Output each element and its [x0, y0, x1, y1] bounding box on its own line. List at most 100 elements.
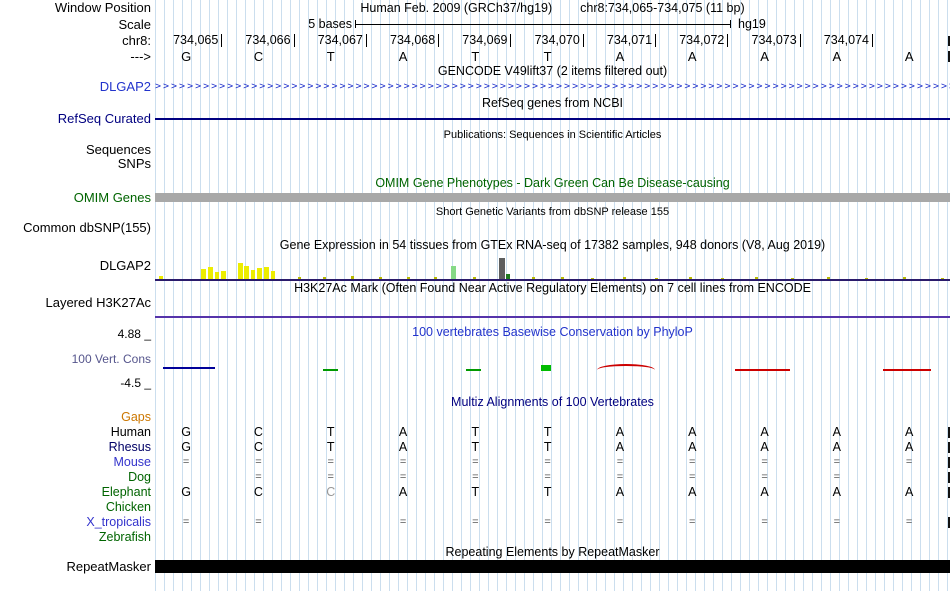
alignment-cell: C: [253, 440, 263, 454]
snps-track-label[interactable]: SNPs: [0, 157, 155, 171]
alignment-cell: A: [398, 440, 408, 454]
gaps-track-label[interactable]: Gaps: [0, 410, 155, 425]
gtex-graph[interactable]: [155, 253, 950, 281]
alignment-cell: A: [904, 425, 914, 439]
alignment-cell: C: [253, 425, 263, 439]
alignment-cell: =: [399, 471, 407, 483]
gtex-expression-bar: [298, 277, 301, 279]
gtex-header: Gene Expression in 54 tissues from GTEx …: [279, 238, 826, 252]
conservation-mark: [597, 364, 655, 370]
species-label[interactable]: Zebrafish: [0, 530, 155, 545]
refseq-track-label[interactable]: RefSeq Curated: [0, 111, 155, 127]
species-label[interactable]: Mouse: [0, 455, 155, 470]
repeat-track-row: RepeatMasker: [0, 560, 950, 578]
conservation-graph[interactable]: 100 vertebrates Basewise Conservation by…: [155, 319, 950, 395]
conservation-mark: [735, 369, 790, 371]
ruler-position-label: 734,067: [295, 34, 367, 47]
alignment-row-track[interactable]: GCCATTAAAAA: [155, 485, 950, 500]
gtex-expression-bar: [689, 277, 692, 279]
conservation-block: 4.88 _ 100 Vert. Cons -4.5 _ 100 vertebr…: [0, 319, 950, 395]
gencode-track[interactable]: >>>>>>>>>>>>>>>>>>>>>>>>>>>>>>>>>>>>>>>>…: [155, 79, 950, 95]
gtex-track-label[interactable]: DLGAP2: [0, 253, 155, 281]
alignment-cell: =: [544, 471, 551, 483]
alignment-row-track[interactable]: GCTATTAAAAA: [155, 425, 950, 440]
alignment-cell: T: [326, 425, 335, 439]
assembly-title: Human Feb. 2009 (GRCh37/hg19) chr8:734,06…: [155, 0, 950, 16]
repeat-track-label[interactable]: RepeatMasker: [0, 560, 155, 578]
alignment-row-track[interactable]: GCTATTAAAAA: [155, 440, 950, 455]
alignment-cell: =: [616, 516, 624, 528]
h3k27ac-track[interactable]: [155, 296, 950, 319]
species-label[interactable]: Dog: [0, 470, 155, 485]
conservation-header: 100 vertebrates Basewise Conservation by…: [412, 325, 693, 339]
snps-track[interactable]: [155, 157, 950, 171]
publications-header-row: Publications: Sequences in Scientific Ar…: [0, 127, 950, 143]
ruler-position-label: 734,069: [439, 34, 512, 47]
repeat-track[interactable]: [155, 560, 950, 578]
gencode-header: GENCODE V49lift37 (2 items filtered out): [437, 64, 668, 78]
h3k27ac-track-label[interactable]: Layered H3K27Ac: [0, 296, 155, 319]
refseq-header-row: RefSeq genes from NCBI: [0, 95, 950, 111]
base-letter: G: [181, 49, 192, 64]
conservation-track-label[interactable]: 100 Vert. Cons: [72, 353, 151, 366]
alignment-cell: =: [905, 456, 913, 468]
species-label[interactable]: Elephant: [0, 485, 155, 500]
alignment-row-track[interactable]: = = = = = = = = =: [155, 470, 950, 485]
species-label[interactable]: X_tropicalis: [0, 515, 155, 530]
gtex-expression-bar: [434, 277, 437, 279]
alignment-row-track[interactable]: = = = = = = = = = = =: [155, 455, 950, 470]
alignment-cell: A: [398, 425, 408, 439]
ruler-position-label: 734,065: [150, 34, 223, 47]
gtex-expression-bar: [451, 266, 456, 279]
refseq-track[interactable]: [155, 111, 950, 127]
alignment-cell: C: [326, 485, 336, 499]
publications-header: Publications: Sequences in Scientific Ar…: [443, 129, 662, 141]
alignment-cell: =: [255, 516, 262, 528]
species-label[interactable]: Human: [0, 425, 155, 440]
gaps-track[interactable]: [155, 410, 950, 425]
dbsnp-track-label[interactable]: Common dbSNP(155): [0, 220, 155, 235]
base-letter: A: [832, 49, 842, 64]
gencode-strand-arrows: >>>>>>>>>>>>>>>>>>>>>>>>>>>>>>>>>>>>>>>>…: [155, 81, 950, 92]
conservation-mark: [163, 367, 215, 369]
alignment-cell: A: [760, 425, 769, 439]
sequences-track[interactable]: [155, 143, 950, 157]
gtex-expression-bar: [221, 271, 226, 279]
sequences-track-label[interactable]: Sequences: [0, 143, 155, 157]
sequence-track[interactable]: GCTATTAAAAA: [155, 49, 950, 64]
species-label[interactable]: Rhesus: [0, 440, 155, 455]
alignment-cell: =: [255, 471, 262, 483]
alignment-cell: G: [181, 485, 192, 499]
alignment-cell: G: [181, 440, 192, 454]
ucsc-genome-browser: Window Position Human Feb. 2009 (GRCh37/…: [0, 0, 950, 591]
gencode-track-label[interactable]: DLGAP2: [0, 79, 155, 95]
sequence-row: ---> G C T A T T A A A A A: [0, 49, 950, 64]
multiz-row-zebrafish: Zebrafish: [0, 530, 950, 545]
alignment-cell: =: [616, 471, 624, 483]
alignment-row-track[interactable]: [155, 530, 950, 545]
gencode-header-row: GENCODE V49lift37 (2 items filtered out): [0, 64, 950, 79]
gtex-expression-bar: [903, 277, 906, 279]
alignment-cell: A: [398, 485, 408, 499]
alignment-cell: A: [904, 440, 914, 454]
gtex-expression-bar: [532, 277, 535, 279]
publications-snps-row: SNPs: [0, 157, 950, 171]
dbsnp-header: Short Genetic Variants from dbSNP releas…: [435, 206, 670, 218]
dbsnp-track[interactable]: [155, 220, 950, 235]
alignment-cell: =: [472, 516, 479, 528]
alignment-row-track[interactable]: [155, 500, 950, 515]
gtex-expression-bar: [499, 258, 505, 279]
omim-track[interactable]: [155, 191, 950, 205]
omim-track-label[interactable]: OMIM Genes: [0, 191, 155, 205]
gtex-expression-bar: [238, 263, 243, 279]
gtex-expression-bar: [791, 278, 794, 279]
base-letter: A: [615, 49, 625, 64]
alignment-cell: A: [832, 485, 841, 499]
alignment-row-track[interactable]: = = = = = = = = = =: [155, 515, 950, 530]
multiz-row-elephant: Elephant G C C A T T A A A A A: [0, 485, 950, 500]
alignment-cell: T: [543, 425, 552, 439]
ruler-track[interactable]: 734,065 734,066 734,067 734,068 734,069 734,0…: [155, 33, 950, 49]
species-label[interactable]: Chicken: [0, 500, 155, 515]
alignment-cell: =: [472, 456, 479, 468]
alignment-cell: A: [615, 440, 625, 454]
